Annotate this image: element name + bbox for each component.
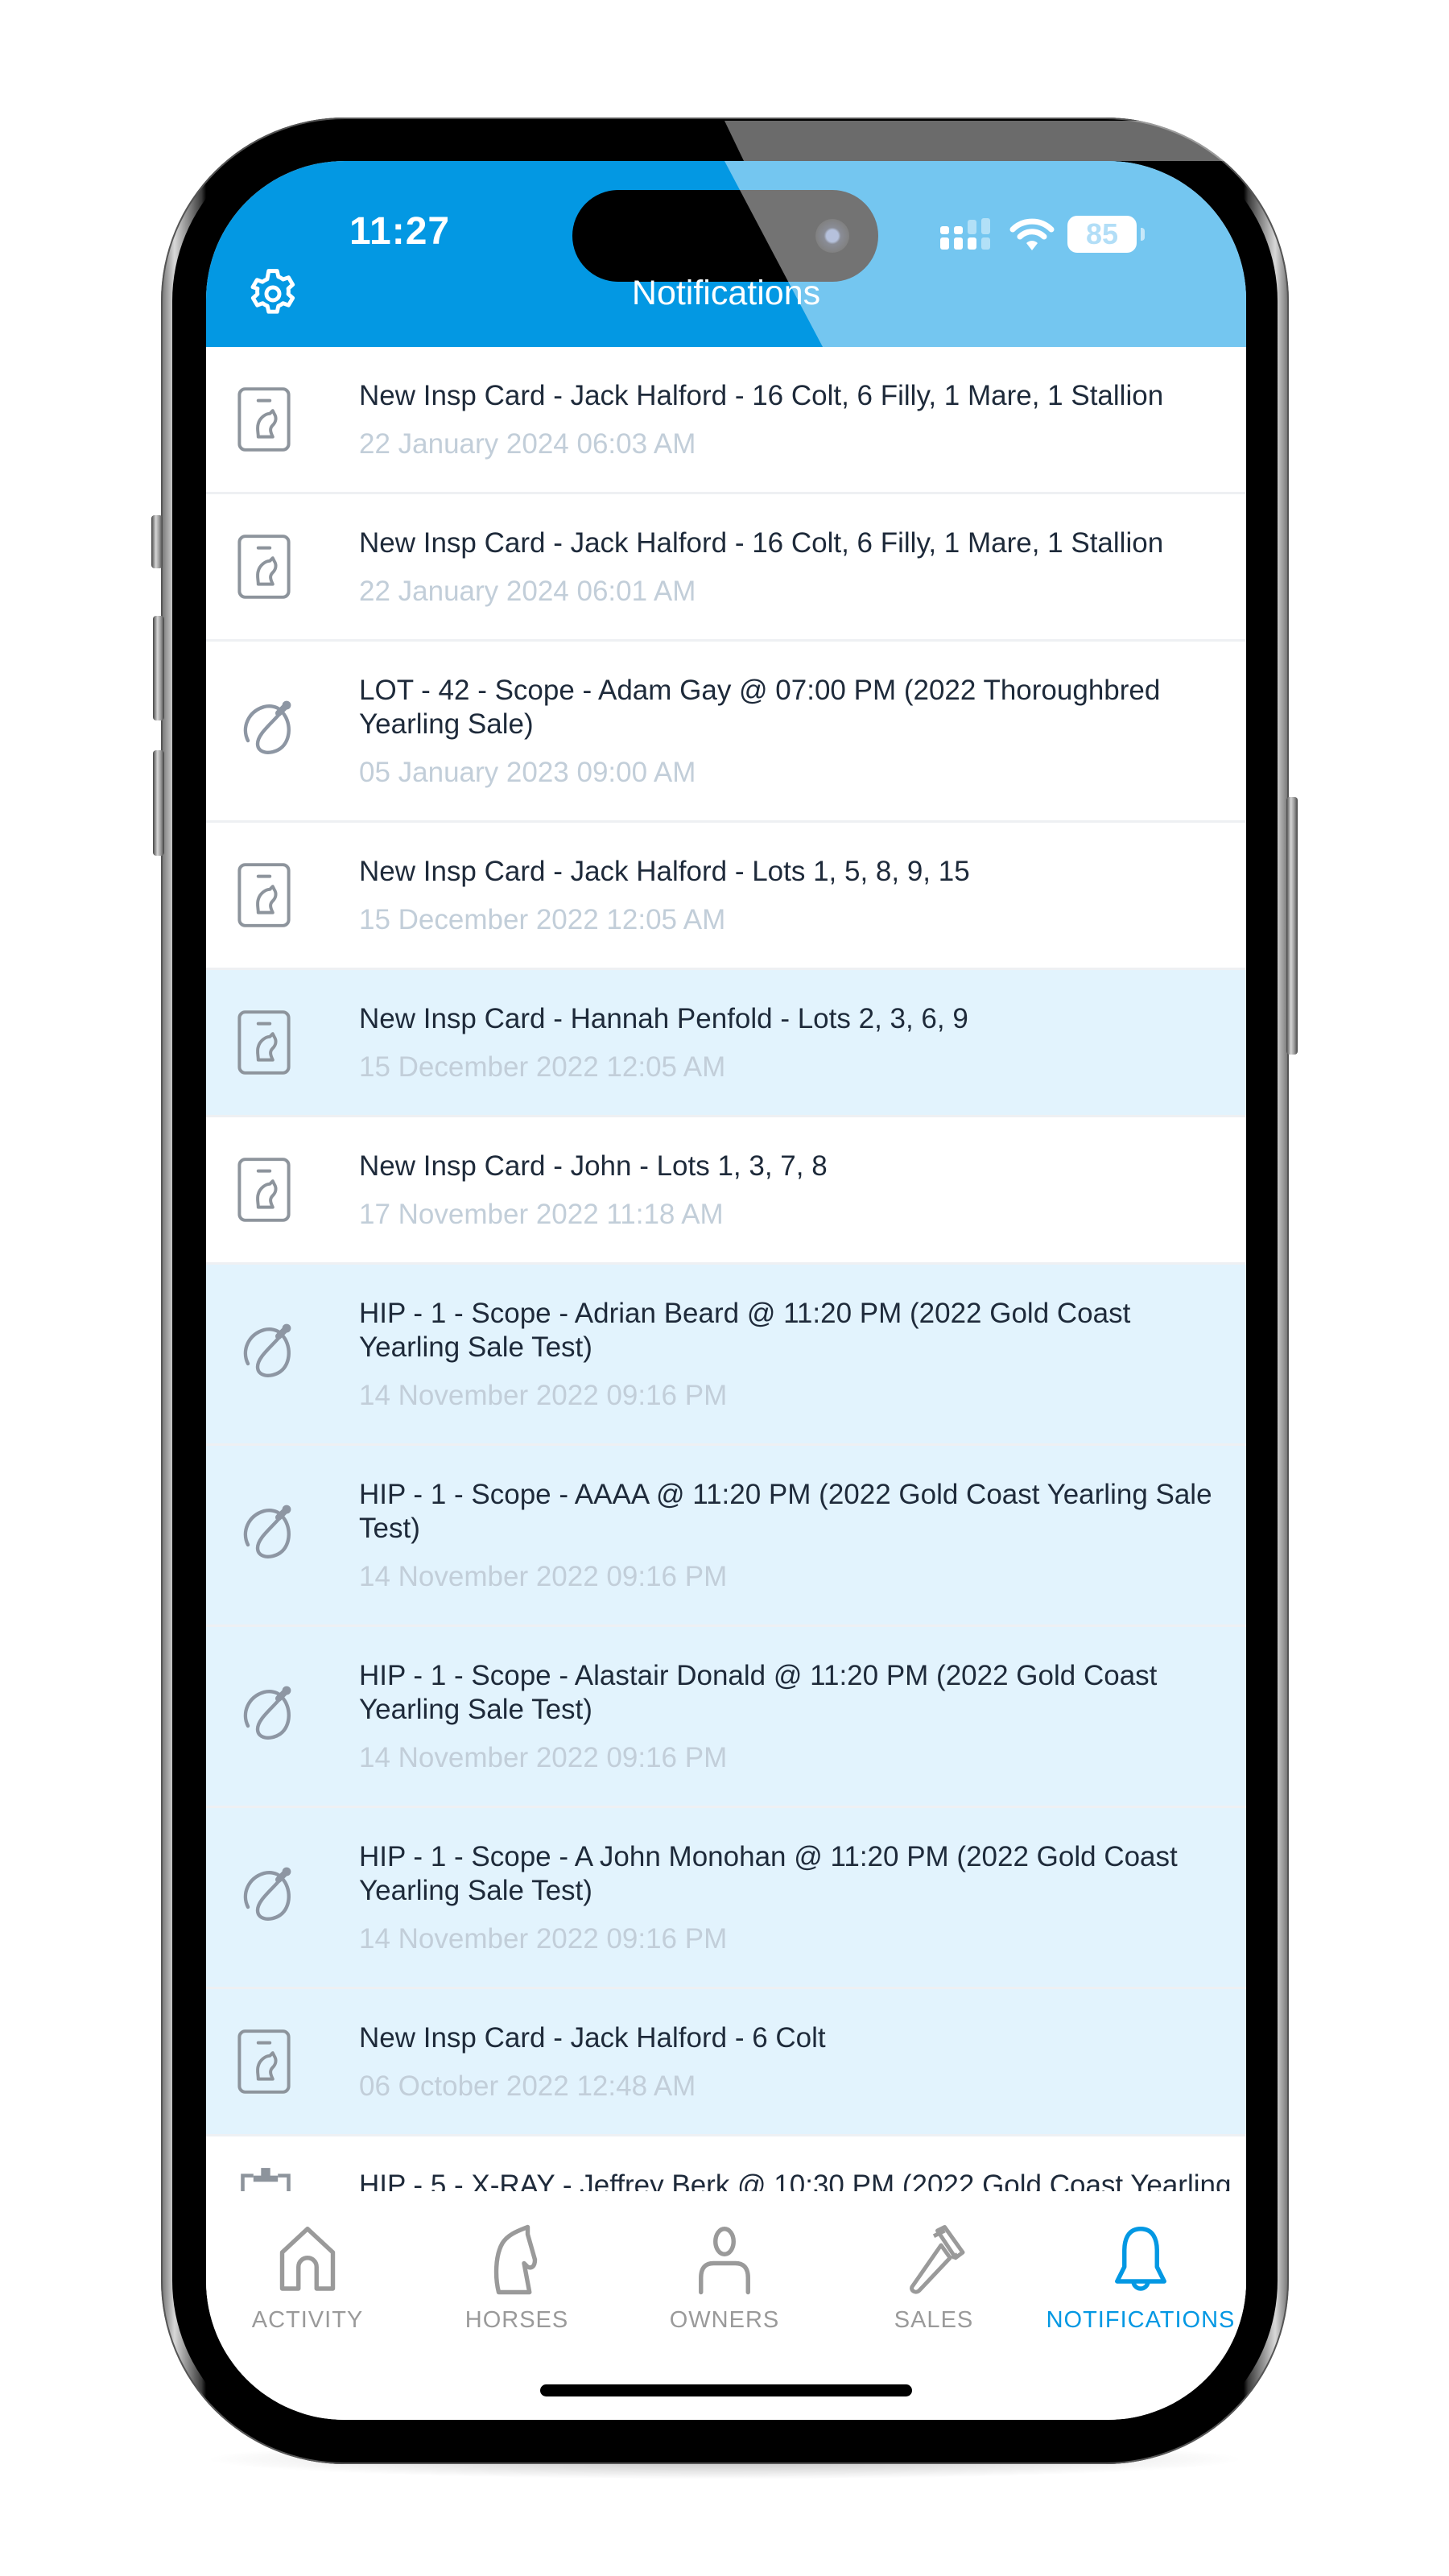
notification-date: 15 December 2022 12:05 AM [359,904,726,935]
notification-row[interactable]: New Insp Card - Jack Halford - 16 Colt, … [206,494,1246,642]
notification-title: HIP - 1 - Scope - A John Monohan @ 11:20… [359,1841,1178,1906]
inspection-card-icon [235,1007,303,1088]
inspection-card-icon [237,2029,291,2094]
notification-date: 06 October 2022 12:48 AM [359,2070,696,2102]
home-icon [211,2223,404,2296]
notification-title: HIP - 1 - Scope - Alastair Donald @ 11:2… [359,1660,1158,1725]
notification-date: 22 January 2024 06:01 AM [359,576,696,607]
scope-icon [243,1867,291,1921]
notification-row[interactable]: HIP - 1 - Scope - Alastair Donald @ 11:2… [206,1627,1246,1808]
notification-title: New Insp Card - Jack Halford - Lots 1, 5… [359,856,970,887]
tab-sales[interactable]: SALES [837,2223,1030,2334]
person-icon [699,2227,750,2295]
inspection-card-icon [237,386,291,452]
notification-row[interactable]: New Insp Card - Hannah Penfold - Lots 2,… [206,970,1246,1117]
inspection-card-icon [237,534,291,599]
inspection-card-icon [237,1009,291,1075]
tab-owners[interactable]: OWNERS [628,2223,821,2334]
horse-head-icon [493,2224,538,2295]
notification-title: New Insp Card - Jack Halford - 6 Colt [359,2022,826,2054]
phone-screen: 11:27 85 Notifications New Insp Card - J… [206,161,1246,2420]
gavel-icon [910,2225,965,2294]
inspection-card-icon [235,531,303,612]
person-icon [628,2223,821,2296]
notification-title: New Insp Card - Jack Halford - 16 Colt, … [359,380,1164,411]
notification-row[interactable]: LOT - 42 - Scope - Adam Gay @ 07:00 PM (… [206,642,1246,823]
battery-level: 85 [1085,217,1119,250]
scope-icon [235,1862,303,1942]
notification-row[interactable]: New Insp Card - Jack Halford - Lots 1, 5… [206,823,1246,970]
notification-date: 14 November 2022 09:16 PM [359,1380,728,1411]
dynamic-island [572,190,878,282]
tab-label: ACTIVITY [251,2307,364,2333]
inspection-card-icon [235,1154,303,1235]
notification-date: 14 November 2022 09:16 PM [359,1561,728,1592]
front-camera-icon [815,219,849,253]
inspection-card-icon [237,862,291,927]
scope-icon [243,700,291,754]
scope-icon [243,1323,291,1377]
notification-row[interactable]: New Insp Card - Jack Halford - 16 Colt, … [206,347,1246,494]
status-icons: 85 [940,214,1145,254]
bell-icon [1115,2227,1166,2291]
bezel-glare [724,121,1288,161]
notification-title: HIP - 1 - Scope - AAAA @ 11:20 PM (2022 … [359,1479,1212,1544]
scope-icon [235,1500,303,1580]
volume-down-button [153,750,164,856]
inspection-card-icon [235,384,303,464]
notification-date: 14 November 2022 09:16 PM [359,1742,728,1773]
page-title: Notifications [631,274,821,312]
notification-date: 17 November 2022 11:18 AM [359,1199,724,1230]
notification-title: LOT - 42 - Scope - Adam Gay @ 07:00 PM (… [359,675,1161,740]
notification-row[interactable]: HIP - 1 - Scope - Adrian Beard @ 11:20 P… [206,1265,1246,1446]
tab-notifications[interactable]: NOTIFICATIONS [1044,2223,1237,2334]
gavel-icon [837,2223,1030,2296]
scope-icon [243,1686,291,1740]
notification-title: New Insp Card - John - Lots 1, 3, 7, 8 [359,1150,828,1182]
notification-date: 22 January 2024 06:03 AM [359,428,696,460]
power-button [1286,797,1298,1055]
notification-title: New Insp Card - Jack Halford - 16 Colt, … [359,527,1164,559]
cellular-signal-icon [940,218,990,250]
tab-horses[interactable]: HORSES [420,2223,613,2334]
app-header: 11:27 85 Notifications [206,161,1246,347]
tab-label: NOTIFICATIONS [1046,2307,1236,2333]
notification-row[interactable]: HIP - 1 - Scope - A John Monohan @ 11:20… [206,1808,1246,1989]
inspection-card-icon [237,1157,291,1222]
inspection-card-icon [235,860,303,940]
home-icon [279,2227,336,2291]
notification-date: 14 November 2022 09:16 PM [359,1923,728,1955]
volume-up-button [153,616,164,720]
wifi-icon [1009,218,1055,250]
notification-row[interactable]: New Insp Card - Jack Halford - 6 Colt 06… [206,1989,1246,2136]
notification-row[interactable]: HIP - 1 - Scope - AAAA @ 11:20 PM (2022 … [206,1446,1246,1627]
notification-title: HIP - 1 - Scope - Adrian Beard @ 11:20 P… [359,1298,1131,1363]
bell-icon [1044,2223,1237,2296]
battery-indicator: 85 [1067,216,1145,253]
scope-icon [235,1319,303,1399]
home-indicator[interactable] [540,2384,912,2396]
mute-switch [151,515,163,568]
status-time: 11:27 [349,210,451,253]
tab-activity[interactable]: ACTIVITY [211,2223,404,2334]
notification-list[interactable]: New Insp Card - Jack Halford - 16 Colt, … [206,347,1246,2269]
notification-date: 15 December 2022 12:05 AM [359,1051,726,1083]
notification-title: New Insp Card - Hannah Penfold - Lots 2,… [359,1003,968,1034]
inspection-card-icon [235,2026,303,2107]
tab-label: OWNERS [669,2307,780,2333]
scope-icon [235,696,303,776]
scope-icon [243,1505,291,1558]
tab-label: SALES [894,2307,974,2333]
scope-icon [235,1681,303,1761]
tab-label: HORSES [464,2307,569,2333]
notification-row[interactable]: New Insp Card - John - Lots 1, 3, 7, 8 1… [206,1117,1246,1265]
horse-head-icon [420,2223,613,2296]
notification-date: 05 January 2023 09:00 AM [359,757,696,788]
